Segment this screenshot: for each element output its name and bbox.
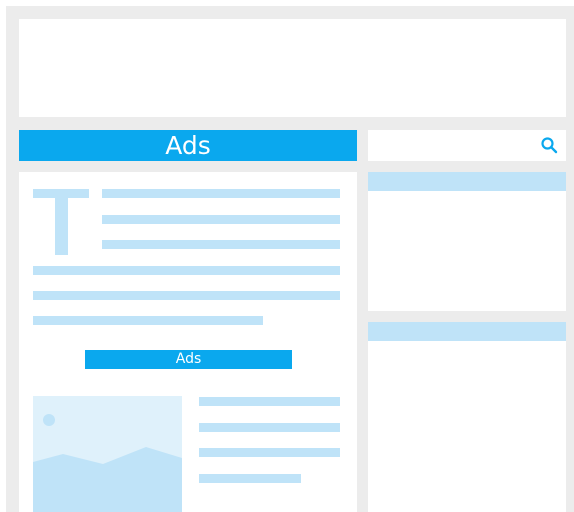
text-line: [33, 266, 340, 275]
text-icon: [33, 189, 89, 255]
site-header: [19, 19, 566, 117]
text-line: [102, 189, 340, 198]
sidebar-widget: [368, 322, 566, 512]
search-icon[interactable]: [540, 136, 558, 154]
sidebar-widget: [368, 172, 566, 311]
text-line: [199, 474, 301, 483]
article-card: Ads: [19, 172, 357, 512]
text-line: [102, 240, 340, 249]
text-line: [33, 291, 340, 300]
text-line: [199, 423, 340, 432]
widget-header-bar: [368, 322, 566, 341]
image-placeholder-icon: [33, 396, 182, 512]
widget-header-bar: [368, 172, 566, 191]
text-line: [33, 316, 263, 325]
text-line: [102, 215, 340, 224]
ads-banner[interactable]: Ads: [19, 130, 357, 161]
text-line: [199, 397, 340, 406]
search-input[interactable]: [368, 130, 566, 161]
ads-inline-banner[interactable]: Ads: [85, 350, 292, 369]
text-line: [199, 448, 340, 457]
